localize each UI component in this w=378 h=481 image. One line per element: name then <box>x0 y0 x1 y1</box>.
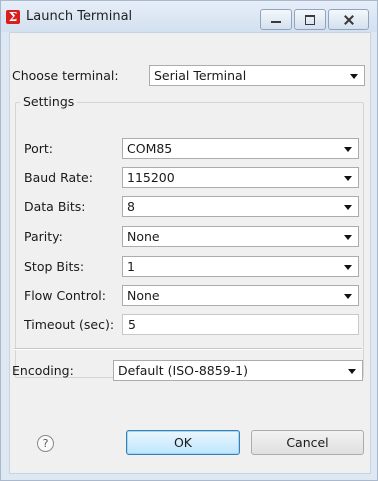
encoding-label: Encoding: <box>12 363 74 378</box>
close-button[interactable] <box>328 9 369 30</box>
timeout-label: Timeout (sec): <box>24 317 115 332</box>
baud-rate-select[interactable]: 115200 <box>122 167 359 188</box>
encoding-select[interactable]: Default (ISO-8859-1) <box>113 360 363 381</box>
flow-control-select[interactable]: None <box>122 285 359 306</box>
dialog-content: Choose terminal: Serial Terminal Setting… <box>9 32 371 474</box>
help-icon[interactable]: ? <box>37 435 54 452</box>
terminal-select[interactable]: Serial Terminal <box>149 65 365 86</box>
data-bits-select[interactable]: 8 <box>122 196 359 217</box>
parity-label: Parity: <box>24 229 63 244</box>
chevron-down-icon <box>344 294 352 299</box>
settings-group: Settings Port: COM85 Baud Rate: 115200 D… <box>15 94 364 378</box>
launch-terminal-dialog: Σ Launch Terminal Choose terminal: Seria… <box>0 0 378 481</box>
data-bits-select-value: 8 <box>127 199 135 214</box>
terminal-select-value: Serial Terminal <box>154 68 247 83</box>
minimize-button[interactable] <box>260 9 292 30</box>
parity-select-value: None <box>127 229 160 244</box>
maximize-button[interactable] <box>294 9 326 30</box>
title-bar[interactable]: Σ Launch Terminal <box>1 1 377 32</box>
baud-rate-select-value: 115200 <box>127 170 175 185</box>
encoding-separator <box>14 348 362 350</box>
chevron-down-icon <box>348 369 356 374</box>
settings-group-title: Settings <box>20 94 78 109</box>
baud-rate-label: Baud Rate: <box>24 170 93 185</box>
port-select-value: COM85 <box>127 141 173 156</box>
chevron-down-icon <box>344 147 352 152</box>
cancel-button[interactable]: Cancel <box>251 430 364 455</box>
encoding-select-value: Default (ISO-8859-1) <box>118 363 248 378</box>
flow-control-label: Flow Control: <box>24 288 106 303</box>
port-select[interactable]: COM85 <box>122 138 359 159</box>
parity-select[interactable]: None <box>122 226 359 247</box>
chevron-down-icon <box>344 235 352 240</box>
port-label: Port: <box>24 141 53 156</box>
chevron-down-icon <box>344 176 352 181</box>
stop-bits-select-value: 1 <box>127 259 135 274</box>
ok-button[interactable]: OK <box>126 430 240 455</box>
stop-bits-select[interactable]: 1 <box>122 256 359 277</box>
choose-terminal-label: Choose terminal: <box>12 68 119 83</box>
timeout-input[interactable]: 5 <box>122 314 359 335</box>
chevron-down-icon <box>350 74 358 79</box>
stop-bits-label: Stop Bits: <box>24 259 85 274</box>
app-icon: Σ <box>6 10 20 24</box>
chevron-down-icon <box>344 205 352 210</box>
window-title: Launch Terminal <box>26 9 133 24</box>
flow-control-select-value: None <box>127 288 160 303</box>
data-bits-label: Data Bits: <box>24 199 86 214</box>
chevron-down-icon <box>344 265 352 270</box>
